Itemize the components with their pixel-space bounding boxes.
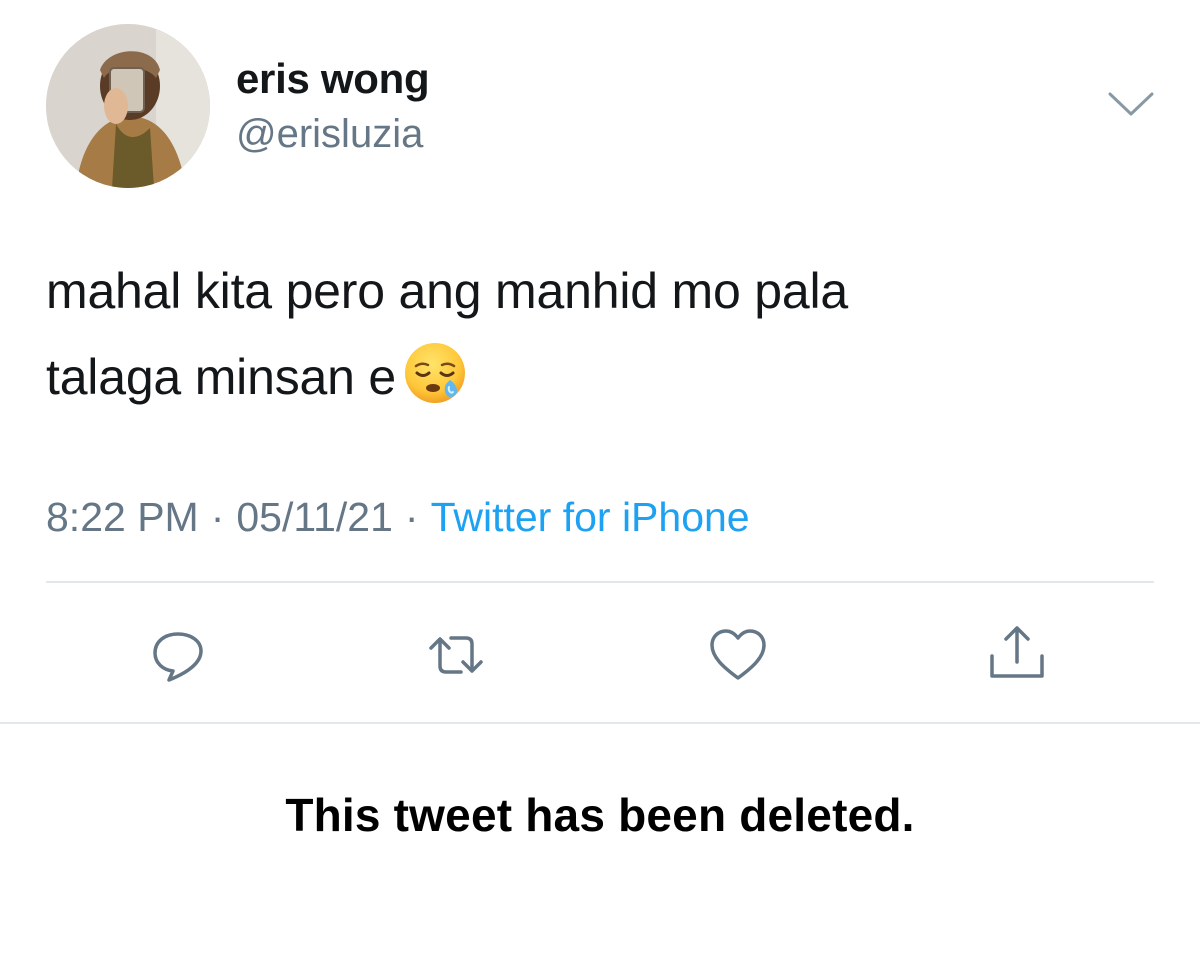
tweet-menu-button[interactable]	[1106, 84, 1156, 124]
avatar[interactable]	[46, 24, 210, 188]
meta-separator: ·	[210, 494, 225, 540]
like-icon	[710, 629, 766, 680]
retweet-icon	[429, 636, 483, 674]
divider	[46, 581, 1154, 583]
sleepy-face-emoji-icon	[402, 340, 468, 406]
tweet-text: mahal kita pero ang manhid mo pala talag…	[46, 248, 1146, 420]
tweet-bottom-border	[0, 722, 1200, 724]
chevron-down-icon	[1108, 92, 1154, 116]
share-icon	[990, 626, 1044, 678]
tweet-source-link[interactable]: Twitter for iPhone	[431, 494, 750, 540]
display-name[interactable]: eris wong	[236, 55, 430, 103]
reply-icon	[153, 632, 203, 682]
share-button[interactable]	[982, 620, 1052, 690]
tweet-text-line-2-text: talaga minsan e	[46, 349, 397, 405]
tweet-text-line-2: talaga minsan e	[46, 334, 1146, 420]
tweet-metadata: 8:22 PM · 05/11/21 · Twitter for iPhone	[46, 494, 750, 541]
user-handle[interactable]: @erisluzia	[236, 112, 423, 157]
profile-photo-icon	[46, 24, 210, 188]
retweet-button[interactable]	[421, 620, 491, 690]
like-button[interactable]	[703, 620, 773, 690]
tweet-date[interactable]: 05/11/21	[236, 494, 393, 540]
meta-separator: ·	[404, 494, 419, 540]
deleted-caption: This tweet has been deleted.	[285, 789, 915, 841]
tweet-time[interactable]: 8:22 PM	[46, 494, 199, 540]
tweet-card: eris wong @erisluzia mahal kita pero ang…	[0, 0, 1200, 724]
tweet-text-line-1: mahal kita pero ang manhid mo pala	[46, 263, 849, 319]
reply-button[interactable]	[143, 620, 213, 690]
